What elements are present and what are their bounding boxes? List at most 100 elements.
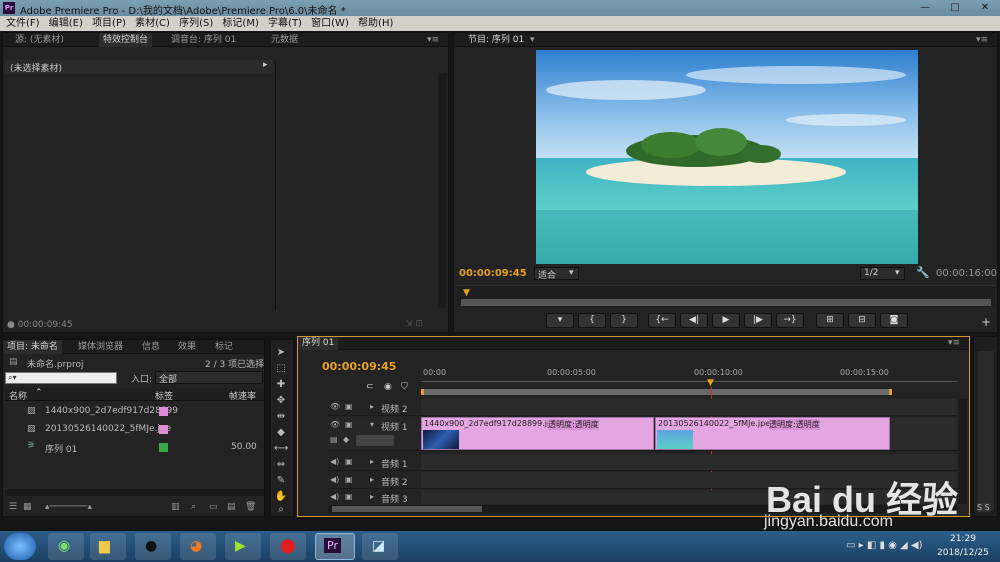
list-view-icon[interactable]: ☰: [9, 502, 17, 512]
horizontal-scrollbar[interactable]: [5, 489, 264, 496]
panel-menu-icon[interactable]: ▾≡: [427, 33, 439, 47]
snap-icon[interactable]: ⊂: [366, 382, 374, 392]
taskbar-app-premiere[interactable]: Pr: [315, 533, 355, 560]
timeline-horizontal-scrollbar[interactable]: [328, 505, 957, 513]
icon-view-icon[interactable]: ▦: [23, 502, 32, 512]
new-bin-icon[interactable]: ▭: [209, 502, 218, 512]
play-button[interactable]: ▶: [712, 313, 740, 328]
program-dropdown-icon[interactable]: ▾: [530, 33, 535, 47]
lock-icon[interactable]: ▣: [345, 420, 353, 429]
extract-button[interactable]: ⊟: [848, 313, 876, 328]
sequence-marker-icon[interactable]: ◉: [384, 382, 392, 392]
expand-arrow-icon[interactable]: ▾: [370, 420, 374, 429]
step-back-button[interactable]: ◀|: [680, 313, 708, 328]
mark-out-button[interactable]: }: [610, 313, 638, 328]
tab-audio-mixer[interactable]: 调音台: 序列 01: [171, 33, 236, 47]
time-ruler[interactable]: 00:00 00:00:05:00 00:00:10:00 00:00:15:0…: [421, 365, 957, 395]
tab-media-browser[interactable]: 媒体浏览器: [78, 340, 123, 354]
taskbar-app-qq[interactable]: ●: [135, 533, 171, 560]
list-item[interactable]: ⚞ 序列 01 50.00: [9, 440, 264, 458]
panel-menu-icon[interactable]: ▾≡: [948, 337, 960, 350]
marker-button[interactable]: ▾: [546, 313, 574, 328]
lock-icon[interactable]: ▣: [345, 457, 353, 466]
close-button[interactable]: ✕: [970, 0, 1000, 16]
menu-window[interactable]: 窗口(W): [311, 16, 349, 31]
taskbar-app-firefox[interactable]: ◕: [180, 533, 216, 560]
taskbar-app-explorer[interactable]: ▆: [90, 533, 126, 560]
keyframe-nav[interactable]: [356, 435, 394, 446]
menu-marker[interactable]: 标记(M): [222, 16, 258, 31]
program-timecode[interactable]: 00:00:09:45: [459, 268, 527, 279]
lift-button[interactable]: ⊞: [816, 313, 844, 328]
video-2-lane[interactable]: [421, 399, 957, 416]
video-frame[interactable]: [536, 50, 918, 264]
collapse-arrow-icon[interactable]: ▸: [370, 492, 374, 501]
program-time-ruler[interactable]: ▼: [457, 285, 995, 307]
lock-icon[interactable]: ▣: [345, 492, 353, 501]
list-item[interactable]: ▨ 1440x900_2d7edf917d28899: [9, 404, 264, 422]
tab-info[interactable]: 信息: [142, 340, 160, 354]
delete-icon[interactable]: 🗑: [245, 502, 256, 512]
list-item[interactable]: ▨ 20130526140022_5fMJe.jpe: [9, 422, 264, 440]
menu-project[interactable]: 项目(P): [92, 16, 126, 31]
taskbar-app-video[interactable]: ▶: [225, 533, 261, 560]
expand-arrow-icon[interactable]: ▸: [263, 60, 268, 70]
selection-tool-icon[interactable]: ➤: [274, 346, 288, 359]
tab-sequence[interactable]: 序列 01: [298, 337, 339, 350]
menu-title[interactable]: 字幕(T): [268, 16, 302, 31]
zoom-tool-icon[interactable]: ⌕: [274, 503, 288, 516]
lock-icon[interactable]: ▣: [345, 402, 353, 411]
track-header-video-1[interactable]: 👁 ▣ ▾ 视频 1 ▤ ◆: [328, 417, 420, 451]
clip-fx[interactable]: 透明度:透明度: [769, 419, 820, 430]
panel-menu-icon[interactable]: ▾≡: [976, 33, 988, 47]
new-item-icon[interactable]: ▤: [227, 502, 236, 512]
add-button-icon[interactable]: +: [981, 315, 991, 329]
footer-icons[interactable]: ⇲ ⊡: [405, 319, 423, 329]
tab-source[interactable]: 源: (无素材): [15, 33, 64, 47]
track-header-audio-1[interactable]: ◀) ▣ ▸ 音频 1: [328, 454, 420, 471]
goto-in-button[interactable]: {←: [648, 313, 676, 328]
step-forward-button[interactable]: |▶: [744, 313, 772, 328]
tab-program[interactable]: 节目: 序列 01: [468, 33, 524, 47]
speaker-icon[interactable]: ◀): [330, 475, 339, 484]
speaker-icon[interactable]: ◀): [330, 492, 339, 501]
pen-tool-icon[interactable]: ✎: [274, 474, 288, 487]
taskbar-app-notes[interactable]: ◪: [362, 533, 398, 560]
hand-tool-icon[interactable]: ✋: [274, 490, 288, 503]
start-button[interactable]: [4, 533, 36, 560]
zoom-slider[interactable]: ▴───────▴: [45, 502, 92, 512]
eye-icon[interactable]: 👁: [330, 402, 340, 411]
clip-1[interactable]: 1440x900_2d7edf917d28899.jpg 透明度:透明度: [421, 417, 654, 450]
menu-file[interactable]: 文件(F): [6, 16, 40, 31]
scrollbar-thumb[interactable]: [332, 506, 482, 512]
scrollbar[interactable]: [438, 73, 446, 308]
search-input[interactable]: ⌕▾: [5, 372, 117, 384]
audio-3-lane[interactable]: [421, 490, 957, 504]
rate-stretch-tool-icon[interactable]: ⇹: [274, 410, 288, 423]
razor-tool-icon[interactable]: ◆: [274, 426, 288, 439]
column-framerate[interactable]: 帧速率: [229, 389, 256, 402]
track-header-audio-3[interactable]: ◀) ▣ ▸ 音频 3: [328, 490, 420, 505]
eye-icon[interactable]: 👁: [330, 420, 340, 429]
zoom-scrollbar[interactable]: [461, 299, 991, 306]
ripple-edit-tool-icon[interactable]: ✚: [274, 378, 288, 391]
clock-time[interactable]: 21:29: [950, 534, 976, 544]
tab-markers[interactable]: 标记: [215, 340, 233, 354]
tab-effects[interactable]: 效果: [178, 340, 196, 354]
audio-2-lane[interactable]: [421, 472, 957, 489]
clip-2[interactable]: 20130526140022_5fMJe.jpeg 透明度:透明度: [655, 417, 890, 450]
automate-icon[interactable]: ▥: [171, 502, 180, 512]
solo-button[interactable]: S S: [977, 503, 990, 512]
display-style-icon[interactable]: ▤: [330, 435, 338, 444]
collapse-arrow-icon[interactable]: ▸: [370, 475, 374, 484]
taskbar-app-recorder[interactable]: ⬤: [270, 533, 306, 560]
sort-up-icon[interactable]: ⌃: [35, 388, 43, 398]
entry-select[interactable]: 全部: [155, 371, 263, 385]
menu-edit[interactable]: 编辑(E): [49, 16, 83, 31]
collapse-arrow-icon[interactable]: ▸: [370, 402, 374, 411]
track-header-video-2[interactable]: 👁 ▣ ▸ 视频 2: [328, 399, 420, 416]
tab-effect-controls[interactable]: 特效控制台: [99, 33, 153, 47]
playhead-icon[interactable]: ▼: [463, 288, 470, 298]
track-select-tool-icon[interactable]: ⬚: [274, 362, 288, 375]
sequence-timecode[interactable]: 00:00:09:45: [322, 360, 396, 373]
